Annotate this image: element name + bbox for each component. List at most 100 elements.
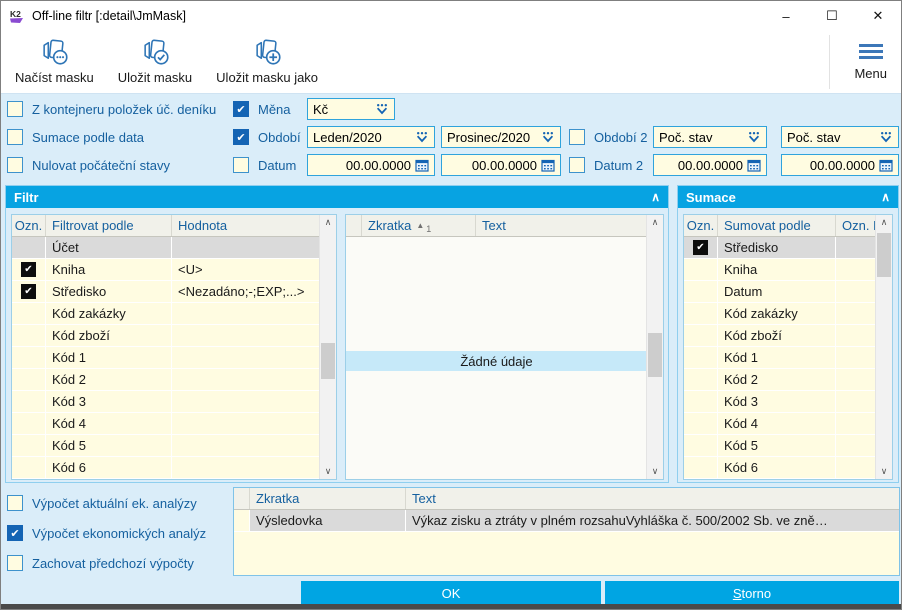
dropdown-icon[interactable] — [879, 131, 893, 144]
column-header-ozn-ea[interactable]: Ozn. EA — [836, 215, 876, 236]
row-marker-cell[interactable] — [234, 510, 250, 531]
ozn-cell[interactable] — [684, 369, 718, 390]
datum-do-field[interactable]: 00.00.0000 — [441, 154, 561, 176]
dropdown-icon[interactable] — [375, 103, 389, 116]
sumace-row[interactable]: Datum — [684, 281, 876, 303]
ozn-cell[interactable] — [12, 325, 46, 346]
checkbox-box[interactable] — [7, 129, 23, 145]
nacist-masku-button[interactable]: Načíst masku — [3, 33, 106, 91]
filter-field-cell[interactable]: Kód 2 — [46, 369, 172, 390]
filter-value-cell[interactable]: <U> — [172, 259, 320, 280]
obdobi2-do-combo[interactable]: Poč. stav — [781, 126, 899, 148]
filtr-row[interactable]: Kód zboží — [12, 325, 320, 347]
filtr-row[interactable]: ✔Středisko<Nezadáno;-;EXP;...> — [12, 281, 320, 303]
scrollbar-thumb[interactable] — [648, 333, 662, 377]
minimize-button[interactable]: – — [763, 1, 809, 31]
filtr-row[interactable]: Kód 3 — [12, 391, 320, 413]
ozn-cell[interactable] — [12, 457, 46, 478]
checkbox-box[interactable] — [233, 157, 249, 173]
checkbox-box[interactable] — [233, 129, 249, 145]
sum-field-cell[interactable]: Kód zboží — [718, 325, 836, 346]
column-header-zkratka[interactable]: Zkratka — [250, 488, 406, 509]
dropdown-icon[interactable] — [415, 131, 429, 144]
ozn-ea-cell[interactable] — [836, 413, 876, 434]
datum2-do-field[interactable]: 00.00.0000 — [781, 154, 899, 176]
filter-value-cell[interactable] — [172, 391, 320, 412]
checkbox-datum[interactable]: Datum — [233, 154, 296, 176]
sumace-row[interactable]: Kód 3 — [684, 391, 876, 413]
filter-value-cell[interactable] — [172, 413, 320, 434]
filtr-row[interactable]: Kód 6 — [12, 457, 320, 479]
scroll-down-icon[interactable]: ∨ — [647, 464, 663, 479]
close-button[interactable]: ✕ — [855, 1, 901, 31]
titlebar[interactable]: K2 Off-line filtr [:detail\JmMask] – ☐ ✕ — [1, 1, 901, 31]
scrollbar-thumb[interactable] — [877, 233, 891, 277]
filtr-row[interactable]: Kód 2 — [12, 369, 320, 391]
column-header-blank[interactable] — [346, 215, 362, 236]
checkbox-mena[interactable]: Měna — [233, 98, 291, 120]
ozn-ea-cell[interactable] — [836, 347, 876, 368]
obdobi2-od-combo[interactable]: Poč. stav — [653, 126, 767, 148]
ozn-cell[interactable] — [684, 259, 718, 280]
zkratka-cell[interactable]: Výsledovka — [250, 510, 406, 531]
sumace-row[interactable]: Kód 5 — [684, 435, 876, 457]
calendar-icon[interactable] — [415, 159, 429, 172]
dropdown-icon[interactable] — [541, 131, 555, 144]
filtr-row[interactable]: Kód 1 — [12, 347, 320, 369]
filter-value-cell[interactable] — [172, 303, 320, 324]
ozn-cell[interactable] — [684, 347, 718, 368]
scroll-up-icon[interactable]: ∧ — [320, 215, 336, 230]
dropdown-icon[interactable] — [747, 131, 761, 144]
ozn-cell[interactable]: ✔ — [12, 281, 46, 302]
filter-value-cell[interactable] — [172, 457, 320, 478]
menu-button[interactable]: Menu — [846, 41, 895, 83]
checkbox-zachovat-vypocty[interactable]: Zachovat předchozí výpočty — [7, 552, 194, 574]
sumace-row[interactable]: Kód 6 — [684, 457, 876, 479]
sumace-table-scrollbar[interactable]: ∧ ∨ — [875, 215, 892, 479]
ulozit-masku-button[interactable]: Uložit masku — [106, 33, 204, 91]
ozn-ea-cell[interactable] — [836, 281, 876, 302]
datum2-od-field[interactable]: 00.00.0000 — [653, 154, 767, 176]
filter-field-cell[interactable]: Středisko — [46, 281, 172, 302]
checkbox-box[interactable] — [7, 525, 23, 541]
sum-field-cell[interactable]: Kód 4 — [718, 413, 836, 434]
sumace-row[interactable]: Kód 2 — [684, 369, 876, 391]
column-header-text[interactable]: Text — [406, 488, 899, 509]
filter-field-cell[interactable]: Účet — [46, 237, 172, 258]
obdobi-do-combo[interactable]: Prosinec/2020 — [441, 126, 561, 148]
ozn-cell[interactable] — [684, 325, 718, 346]
column-header-blank[interactable] — [234, 488, 250, 509]
maximize-button[interactable]: ☐ — [809, 1, 855, 31]
ozn-ea-cell[interactable] — [836, 237, 876, 258]
ozn-cell[interactable] — [12, 369, 46, 390]
filtr-row[interactable]: Kód 4 — [12, 413, 320, 435]
checkbox-sumace-podle-data[interactable]: Sumace podle data — [7, 126, 144, 148]
checkbox-box[interactable] — [7, 555, 23, 571]
filter-value-cell[interactable]: <Nezadáno;-;EXP;...> — [172, 281, 320, 302]
ozn-ea-cell[interactable] — [836, 435, 876, 456]
checkbox-box[interactable] — [233, 101, 249, 117]
sum-field-cell[interactable]: Datum — [718, 281, 836, 302]
ozn-cell[interactable] — [12, 435, 46, 456]
filtr-row[interactable]: ✔Kniha<U> — [12, 259, 320, 281]
scroll-down-icon[interactable]: ∨ — [320, 464, 336, 479]
filter-value-cell[interactable] — [172, 347, 320, 368]
sum-field-cell[interactable]: Kniha — [718, 259, 836, 280]
ozn-cell[interactable]: ✔ — [12, 259, 46, 280]
ozn-ea-cell[interactable] — [836, 369, 876, 390]
sum-field-cell[interactable]: Kód 1 — [718, 347, 836, 368]
checkbox-z-kontejneru[interactable]: Z kontejneru položek úč. deníku — [7, 98, 216, 120]
filtr-row[interactable]: Kód zakázky — [12, 303, 320, 325]
storno-button[interactable]: Storno — [605, 581, 899, 605]
checkbox-obdobi[interactable]: Období — [233, 126, 301, 148]
checkbox-box[interactable] — [569, 129, 585, 145]
checkbox-datum-2[interactable]: Datum 2 — [569, 154, 643, 176]
checkbox-vypocet-ekonomickych[interactable]: Výpočet ekonomických analýz — [7, 522, 206, 544]
checkbox-box[interactable] — [7, 495, 23, 511]
scroll-up-icon[interactable]: ∧ — [647, 215, 663, 230]
ozn-cell[interactable] — [684, 413, 718, 434]
checkbox-box[interactable] — [569, 157, 585, 173]
ozn-ea-cell[interactable] — [836, 457, 876, 478]
text-cell[interactable]: Výkaz zisku a ztráty v plném rozsahuVyhl… — [406, 510, 899, 531]
filtr-row[interactable]: Účet — [12, 237, 320, 259]
